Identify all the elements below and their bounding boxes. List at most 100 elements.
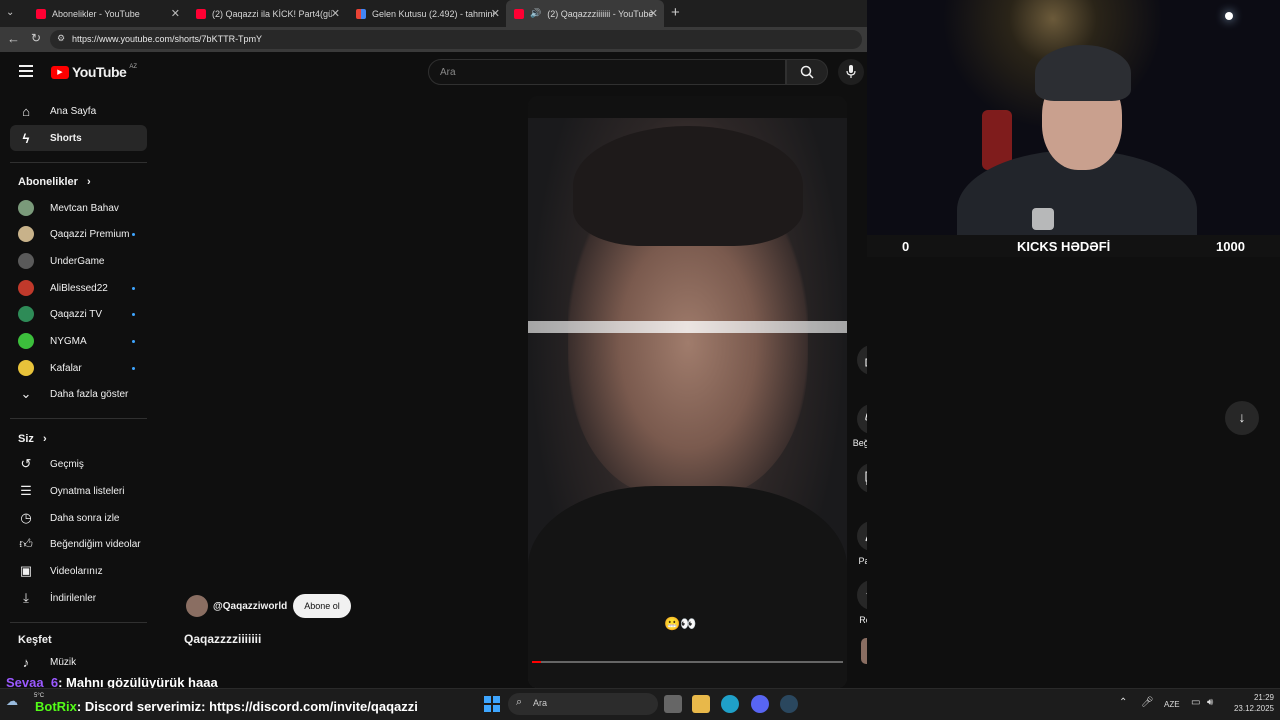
subscriptions-header[interactable]: Abonelikler › — [18, 176, 91, 188]
clock-icon: ◷ — [20, 510, 32, 525]
new-content-dot — [132, 286, 135, 290]
shorts-icon: ϟ — [22, 130, 30, 146]
sidebar-item-home[interactable]: ⌂ Ana Sayfa — [10, 98, 147, 124]
channel-name: UnderGame — [50, 255, 105, 267]
youtube-right-area — [867, 257, 1280, 688]
microphone-icon[interactable]: 🎤︎ — [1141, 697, 1154, 708]
clock[interactable]: 21:29 23.12.2025 — [1224, 692, 1274, 714]
sidebar-item-subscription[interactable]: UnderGame — [10, 248, 147, 274]
tab-list-dropdown-icon[interactable]: ⌄ — [6, 7, 20, 21]
sidebar-item-subscription[interactable]: NYGMA — [10, 328, 147, 354]
sidebar-item-label: Beğendiğim videolar — [50, 538, 141, 550]
sidebar-item-history[interactable]: ↺ Geçmiş — [10, 451, 147, 477]
youtube-logo[interactable]: ▶ YouTube AZ — [51, 64, 137, 80]
sidebar-item-watch-later[interactable]: ◷ Daha sonra izle — [10, 505, 147, 531]
weather-icon: ☁ — [6, 694, 18, 708]
music-icon: ♪ — [22, 654, 30, 670]
task-view-icon[interactable] — [664, 695, 682, 713]
ceiling-light — [528, 321, 847, 333]
sidebar-item-subscription[interactable]: Qaqazzi TV — [10, 301, 147, 327]
search-input[interactable]: Ara — [428, 59, 786, 85]
discord-icon[interactable] — [751, 695, 769, 713]
youtube-favicon-icon — [36, 8, 46, 19]
close-tab-icon[interactable]: ✕ — [331, 7, 340, 20]
new-content-dot — [132, 312, 135, 316]
sidebar-item-subscription[interactable]: Qaqazzi Premium — [10, 221, 147, 247]
site-info-icon[interactable]: ⚙ — [57, 33, 65, 44]
streamer-cap — [1035, 45, 1131, 101]
chat-message: BotRix: Discord serverimiz: https://disc… — [35, 699, 418, 714]
url-field[interactable]: ⚙ https://www.youtube.com/shorts/7bKTTR-… — [50, 30, 862, 49]
sidebar-item-music[interactable]: ♪ Müzik — [10, 649, 147, 675]
close-tab-icon[interactable]: ✕ — [649, 7, 658, 20]
sidebar-item-your-videos[interactable]: ▣ Videolarınız — [10, 558, 147, 584]
browser-tab-2[interactable]: (2) Qaqazzi ila KİCK! Part4(gülmə o ✕ — [188, 0, 346, 27]
menu-icon[interactable] — [19, 65, 33, 77]
show-more-button[interactable]: ⌄ Daha fazla göster — [10, 381, 147, 407]
start-button[interactable] — [484, 696, 500, 712]
avatar — [18, 306, 34, 322]
audio-playing-icon[interactable]: 🔊 — [530, 8, 541, 19]
emoji-sticker: 😬👀 — [664, 616, 697, 631]
taskbar-search[interactable]: ⌕ Ara — [508, 693, 658, 715]
sidebar-item-subscription[interactable]: AliBlessed22 — [10, 275, 147, 301]
steam-icon[interactable] — [780, 695, 798, 713]
sidebar-divider — [10, 162, 147, 163]
network-icon[interactable]: ▭ — [1191, 697, 1200, 708]
microphone-icon — [846, 65, 856, 78]
reload-icon[interactable]: ↻ — [31, 31, 41, 45]
close-tab-icon[interactable]: ✕ — [491, 7, 500, 20]
home-icon: ⌂ — [22, 103, 30, 119]
sidebar-item-subscription[interactable]: Mevtcan Bahav — [10, 195, 147, 221]
weather-widget[interactable]: ☁ 5°C — [6, 692, 44, 716]
browser-tab-1[interactable]: Abonelikler - YouTube ✕ — [28, 0, 186, 27]
channel-avatar[interactable] — [186, 595, 208, 617]
language-indicator[interactable]: AZE — [1164, 700, 1180, 709]
url-text: https://www.youtube.com/shorts/7bKTTR-Tp… — [72, 34, 263, 44]
channel-handle[interactable]: @Qaqazziworld — [213, 601, 287, 612]
sidebar-divider — [10, 418, 147, 419]
sidebar-item-liked-videos[interactable]: 👍︎ Beğendiğim videolar — [10, 531, 147, 557]
file-explorer-icon[interactable] — [692, 695, 710, 713]
kicks-goal-bar: 0 KICKS HƏDƏFİ 1000 — [867, 235, 1280, 257]
chevron-up-icon[interactable]: ⌃ — [1119, 697, 1127, 708]
you-header[interactable]: Siz › — [18, 433, 47, 445]
browser-tab-4-active[interactable]: 🔊 (2) Qaqazzziiiiiii - YouTube ✕ — [506, 0, 664, 27]
volume-icon[interactable]: 🔊︎ — [1207, 697, 1213, 708]
voice-search-button[interactable] — [838, 59, 864, 85]
sidebar-item-label: Shorts — [50, 132, 82, 144]
tab-title: Gelen Kutusu (2.492) - tahminshul — [372, 8, 494, 19]
search-icon — [800, 65, 814, 79]
video-top-bar — [528, 96, 847, 118]
sidebar-item-subscription[interactable]: Kafalar — [10, 355, 147, 381]
section-title: Abonelikler — [18, 176, 78, 188]
video-progress-bar[interactable] — [532, 661, 843, 663]
new-tab-icon[interactable]: + — [671, 4, 680, 21]
search-button[interactable] — [786, 59, 828, 85]
edge-browser-icon[interactable] — [721, 695, 739, 713]
time: 21:29 — [1253, 693, 1274, 702]
chat-username: BotRix — [35, 699, 77, 714]
hoodie-logo — [1032, 208, 1054, 230]
search-icon: ⌕ — [516, 696, 523, 708]
download-icon: ⤓ — [23, 590, 29, 605]
arrow-down-icon: ↓ — [1238, 409, 1246, 425]
avatar — [18, 226, 34, 242]
sidebar-item-shorts[interactable]: ϟ Shorts — [10, 125, 147, 151]
short-video-player[interactable]: 😬👀 — [528, 96, 847, 688]
avatar — [18, 360, 34, 376]
thumbs-up-icon: 👍︎ — [19, 536, 33, 551]
avatar — [18, 200, 34, 216]
browser-tab-3[interactable]: Gelen Kutusu (2.492) - tahminshul ✕ — [348, 0, 506, 27]
explore-header: Keşfet — [18, 634, 52, 646]
kicks-target: 1000 — [1216, 239, 1245, 254]
date: 23.12.2025 — [1233, 704, 1274, 713]
next-short-button[interactable]: ↓ — [1225, 401, 1259, 435]
sidebar-item-playlists[interactable]: ☰ Oynatma listeleri — [10, 478, 147, 504]
windows-logo-icon — [484, 696, 491, 703]
sidebar-item-downloads[interactable]: ⤓ İndirilenler — [10, 585, 147, 611]
back-icon[interactable]: ← — [7, 31, 20, 46]
subscribe-button[interactable]: Abone ol — [293, 594, 351, 618]
close-tab-icon[interactable]: ✕ — [171, 7, 180, 20]
kicks-goal-title: KICKS HƏDƏFİ — [1017, 239, 1111, 254]
